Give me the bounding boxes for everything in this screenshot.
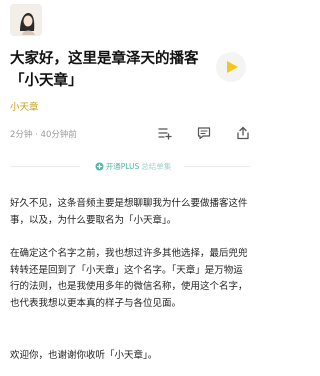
plus-summary-suffix: 总结单集 [141, 161, 172, 171]
meta-separator: · [32, 130, 41, 140]
podcast-author-link[interactable]: 小天章 [10, 99, 39, 113]
shownotes-paragraph: 在确定这个名字之前，我也想过许多其他选择，最后兜兜转转还是回到了「小天章」这个名… [10, 248, 248, 309]
podcast-cover-avatar[interactable] [10, 4, 42, 36]
playlist-add-button[interactable] [156, 124, 174, 142]
share-button[interactable] [234, 124, 252, 142]
play-button[interactable] [216, 52, 246, 82]
plus-summary-button[interactable]: 开通PLUS 总结单集 [84, 159, 182, 173]
episode-meta: 2分钟 · 40分钟前 [10, 128, 77, 140]
play-icon [227, 61, 238, 73]
header-bar [0, 0, 260, 40]
episode-published: 40分钟前 [40, 130, 77, 140]
avatar-illustration-icon [11, 5, 41, 35]
episode-title: 大家好，这里是章泽天的播客「小天章」 [10, 51, 199, 89]
episode-duration: 2分钟 [10, 130, 33, 140]
playlist-add-icon [158, 128, 172, 140]
shownotes-paragraph: 欢迎你，也谢谢你收听「小天章」。 [10, 350, 158, 361]
divider-right [184, 166, 250, 167]
plus-summary-row: 开通PLUS 总结单集 [0, 158, 260, 174]
share-icon [237, 126, 249, 140]
episode-actions [156, 124, 252, 142]
shownotes-paragraph: 好久不见，这条音频主要是想聊聊我为什么要做播客这件事，以及，为什么要取名为「小天… [10, 198, 248, 226]
divider-left [10, 166, 80, 167]
comment-button[interactable] [195, 124, 213, 142]
plus-badge-icon [95, 162, 104, 171]
comment-icon [197, 127, 211, 140]
plus-summary-prefix: 开通PLUS [105, 161, 140, 171]
